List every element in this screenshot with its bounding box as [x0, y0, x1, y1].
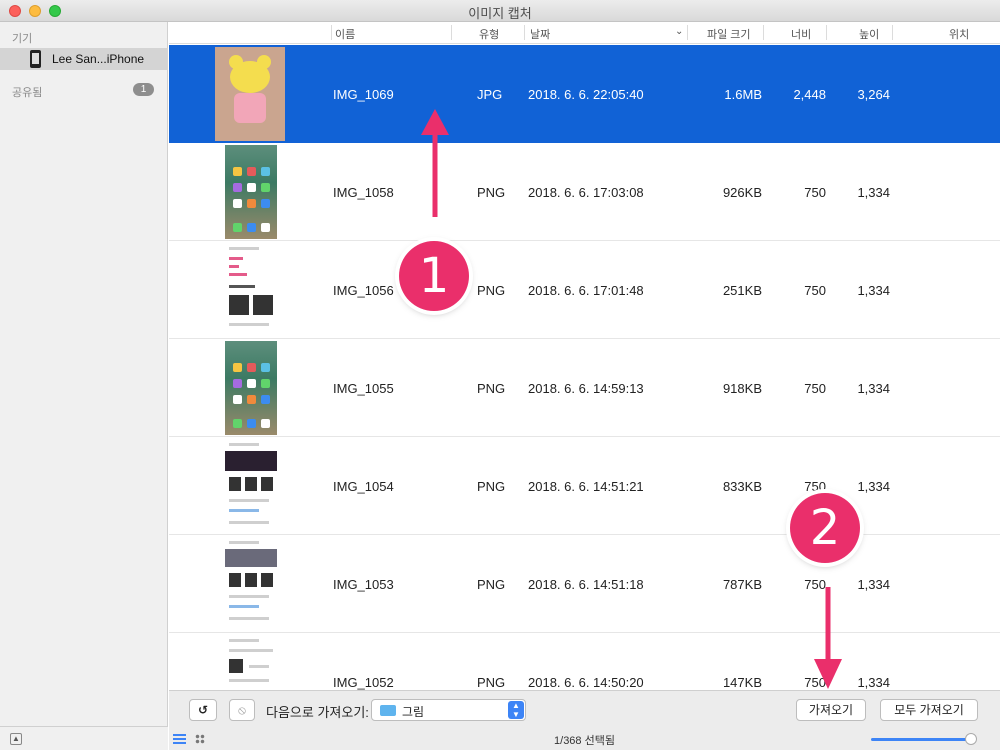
table-row[interactable]: IMG_1052 PNG 2018. 6. 6. 14:50:20 147KB …: [169, 633, 1000, 690]
column-divider: [826, 25, 827, 40]
cell-date: 2018. 6. 6. 17:03:08: [528, 185, 644, 200]
cell-size: 147KB: [722, 675, 762, 690]
cell-height: 1,334: [857, 283, 890, 298]
sidebar-item-shared[interactable]: 공유됨: [12, 84, 42, 100]
cell-size: 918KB: [722, 381, 762, 396]
cell-height: 1,334: [857, 577, 890, 592]
column-divider: [892, 25, 893, 40]
slider-knob[interactable]: [965, 733, 977, 745]
cell-width: 2,448: [793, 87, 826, 102]
annotation-marker-2: 2: [790, 493, 860, 563]
cell-name: IMG_1052: [333, 675, 394, 690]
cell-type: JPG: [477, 87, 503, 102]
cell-size: 926KB: [722, 185, 762, 200]
window-title: 이미지 캡처: [468, 6, 532, 21]
updown-chevron-icon: ▲ ▼: [508, 701, 524, 719]
cell-type: PNG: [477, 479, 506, 494]
cell-date: 2018. 6. 6. 14:51:18: [528, 577, 644, 592]
devices-header: 기기: [12, 33, 33, 45]
cell-name: IMG_1053: [333, 577, 394, 592]
sort-chevron-down-icon[interactable]: ⌄: [675, 26, 683, 37]
column-header: 이름 유형 날짜 ⌄ 파일 크기 너비 높이 위치: [169, 22, 1000, 44]
cell-name: IMG_1054: [333, 479, 394, 494]
cell-date: 2018. 6. 6. 14:59:13: [528, 381, 644, 396]
cell-date: 2018. 6. 6. 22:05:40: [528, 87, 644, 102]
cell-type: PNG: [477, 577, 506, 592]
cell-size: 251KB: [722, 283, 762, 298]
image-thumbnail: [225, 243, 277, 337]
cell-width: 750: [804, 381, 826, 396]
cell-date: 2018. 6. 6. 17:01:48: [528, 283, 644, 298]
sidebar-footer: ▲: [0, 726, 168, 750]
cell-type: PNG: [477, 675, 506, 690]
import-all-button[interactable]: 모두 가져오기: [880, 699, 978, 721]
device-name: Lee San...iPhone: [52, 52, 145, 66]
image-thumbnail: [225, 537, 277, 631]
column-divider: [687, 25, 688, 40]
image-thumbnail: [225, 341, 277, 435]
import-toolbar: ↺ ⦸ 다음으로 가져오기: 그림 ▲ ▼ 가져오기 모두 가져오기: [169, 690, 1000, 728]
column-divider: [451, 25, 452, 40]
column-date[interactable]: 날짜: [530, 26, 550, 42]
cell-type: PNG: [477, 283, 506, 298]
delete-button[interactable]: ⦸: [229, 699, 255, 721]
thumbnail-size-slider[interactable]: [871, 738, 971, 741]
image-thumbnail: [225, 439, 277, 533]
rotate-button[interactable]: ↺: [189, 699, 217, 721]
column-height[interactable]: 높이: [859, 26, 879, 42]
cell-name: IMG_1056: [333, 283, 394, 298]
cell-height: 1,334: [857, 381, 890, 396]
iphone-icon: [30, 50, 41, 68]
table-row[interactable]: IMG_1056 PNG 2018. 6. 6. 17:01:48 251KB …: [169, 241, 1000, 339]
cell-height: 3,264: [857, 87, 890, 102]
import-to-label: 다음으로 가져오기:: [266, 705, 369, 720]
status-bar: 1/368 선택됨: [169, 728, 1000, 750]
cell-type: PNG: [477, 381, 506, 396]
table-row[interactable]: IMG_1054 PNG 2018. 6. 6. 14:51:21 833KB …: [169, 437, 1000, 535]
column-name[interactable]: 이름: [335, 26, 355, 42]
column-divider: [331, 25, 332, 40]
import-button[interactable]: 가져오기: [796, 699, 866, 721]
cell-width: 750: [804, 283, 826, 298]
cell-name: IMG_1069: [333, 87, 394, 102]
image-list: IMG_1069 JPG 2018. 6. 6. 22:05:40 1.6MB …: [169, 45, 1000, 690]
table-row[interactable]: IMG_1058 PNG 2018. 6. 6. 17:03:08 926KB …: [169, 143, 1000, 241]
destination-value: 그림: [402, 705, 425, 719]
eject-icon[interactable]: ▲: [10, 733, 22, 745]
annotation-arrow-down: [814, 587, 842, 689]
annotation-arrow-up: [421, 109, 449, 217]
folder-icon: [380, 705, 396, 716]
cell-type: PNG: [477, 185, 506, 200]
shared-count-badge: 1: [133, 83, 154, 96]
image-thumbnail: [225, 635, 277, 690]
cell-name: IMG_1055: [333, 381, 394, 396]
cell-size: 787KB: [722, 577, 762, 592]
image-thumbnail: [215, 47, 285, 141]
table-row[interactable]: IMG_1069 JPG 2018. 6. 6. 22:05:40 1.6MB …: [169, 45, 1000, 143]
destination-select[interactable]: 그림 ▲ ▼: [371, 699, 526, 721]
column-width[interactable]: 너비: [791, 26, 811, 42]
cell-size: 1.6MB: [724, 87, 762, 102]
cell-width: 750: [804, 479, 826, 494]
title-bar: 이미지 캡처: [0, 0, 1000, 22]
column-divider: [524, 25, 525, 40]
column-type[interactable]: 유형: [479, 26, 499, 42]
image-thumbnail: [225, 145, 277, 239]
table-row[interactable]: IMG_1053 PNG 2018. 6. 6. 14:51:18 787KB …: [169, 535, 1000, 633]
cell-size: 833KB: [722, 479, 762, 494]
cell-width: 750: [804, 185, 826, 200]
cell-date: 2018. 6. 6. 14:50:20: [528, 675, 644, 690]
cell-height: 1,334: [857, 675, 890, 690]
column-divider: [763, 25, 764, 40]
sidebar-item-device[interactable]: Lee San...iPhone: [0, 48, 168, 70]
cell-date: 2018. 6. 6. 14:51:21: [528, 479, 644, 494]
cell-height: 1,334: [857, 185, 890, 200]
sidebar: 기기 Lee San...iPhone 공유됨 1 ▲: [0, 22, 168, 750]
cell-height: 1,334: [857, 479, 890, 494]
column-file-size[interactable]: 파일 크기: [707, 26, 751, 42]
annotation-marker-1: 1: [399, 241, 469, 311]
column-location[interactable]: 위치: [949, 26, 969, 42]
cell-name: IMG_1058: [333, 185, 394, 200]
table-row[interactable]: IMG_1055 PNG 2018. 6. 6. 14:59:13 918KB …: [169, 339, 1000, 437]
